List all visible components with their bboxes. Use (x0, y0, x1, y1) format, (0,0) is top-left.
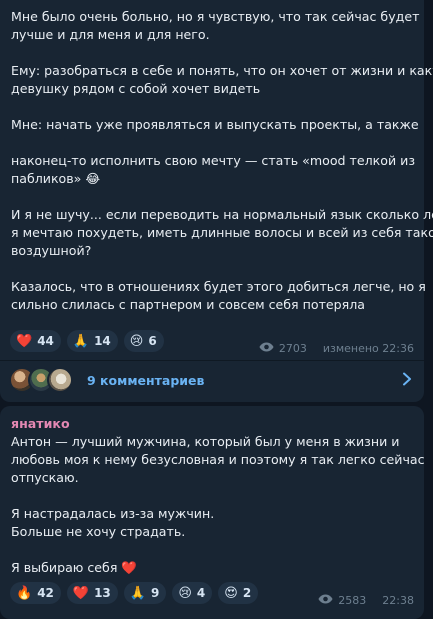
comment-reactions: 🔥 42 ❤️ 13 🙏 9 😢 4 😍 2 (10, 582, 259, 604)
pray-icon: 🙏 (129, 585, 146, 601)
reaction-fire[interactable]: 🔥 42 (10, 582, 61, 604)
comment-author[interactable]: янатико (11, 416, 70, 431)
post-time: изменено 22:36 (322, 342, 414, 355)
chevron-right-icon (402, 371, 412, 390)
text-line: Я настрадалась из-за мужчин. (11, 506, 215, 521)
reaction-cry[interactable]: 😢 6 (123, 330, 164, 352)
post-paragraph: Мне: начать уже проявляться и выпускать … (11, 116, 419, 134)
reaction-heart[interactable]: ❤️ 13 (66, 582, 118, 604)
pray-icon: 🙏 (72, 333, 90, 349)
comment-paragraph: Я выбираю себя ❤️ (11, 559, 418, 577)
reaction-heart-eyes[interactable]: 😍 2 (218, 582, 259, 604)
comments-label: 9 комментариев (87, 372, 205, 388)
cry-icon: 😢 (129, 333, 144, 349)
text-line: Мне: начать уже проявляться и выпускать … (11, 117, 419, 132)
comment-meta: 2583 22:38 (318, 594, 414, 607)
cry-icon: 😢 (178, 585, 192, 601)
reaction-cry[interactable]: 😢 4 (172, 582, 213, 604)
channel-post: Мне было очень больно, но я чувствую, чт… (0, 0, 433, 402)
comment-text: Антон — лучший мужчина, который был у ме… (11, 433, 425, 577)
comment-message: янатико Антон — лучший мужчина, который … (0, 406, 425, 619)
text-line: Антон — лучший мужчина, который был у ме… (11, 434, 400, 449)
view-count: 2703 (278, 342, 307, 355)
text-line: наконец-то исполнить свою мечту — стать … (11, 153, 416, 168)
text-line: пабликов» 😂 (11, 171, 101, 186)
post-text: Мне было очень больно, но я чувствую, чт… (11, 8, 433, 314)
comments-button[interactable]: 9 комментариев (0, 361, 424, 399)
reaction-count: 13 (94, 586, 111, 600)
reaction-count: 44 (37, 334, 54, 348)
text-line: Ему: разобраться в себе и понять, что он… (11, 63, 433, 78)
text-line: Я выбираю себя ❤️ (11, 560, 138, 575)
reaction-pray[interactable]: 🙏 14 (66, 330, 118, 352)
text-line: Казалось, что в отношениях будет этого д… (11, 279, 426, 294)
reaction-count: 14 (94, 334, 111, 348)
commenter-avatars (9, 367, 73, 393)
reaction-count: 2 (242, 586, 252, 600)
text-line: воздушной? (11, 243, 92, 258)
comment-paragraph: Я настрадалась из-за мужчин. Больше не х… (11, 505, 418, 541)
eye-icon (259, 342, 274, 355)
fire-icon: 🔥 (16, 585, 33, 601)
view-count: 2583 (338, 594, 367, 607)
text-line: я мечтаю похудеть, иметь длинные волосы … (11, 225, 433, 240)
post-reactions: ❤️ 44 🙏 14 😢 6 (10, 330, 164, 352)
post-paragraph: Казалось, что в отношениях будет этого д… (11, 278, 426, 314)
post-paragraph: И я не шучу... если переводить на нормал… (11, 206, 433, 260)
reaction-heart[interactable]: ❤️ 44 (10, 330, 61, 352)
eye-icon (318, 594, 333, 607)
text-line: сильно слилась с партнером и совсем себя… (11, 297, 365, 312)
avatar (47, 367, 73, 393)
text-line: Мне было очень больно, но я чувствую, чт… (11, 9, 420, 24)
heart-icon: ❤️ (16, 333, 33, 349)
post-meta: 2703 изменено 22:36 (259, 342, 414, 355)
text-line: любовь моя к нему безусловная и поэтому … (11, 452, 425, 467)
text-line: Больше не хочу страдать. (11, 524, 186, 539)
reaction-pray[interactable]: 🙏 9 (123, 582, 167, 604)
post-paragraph: наконец-то исполнить свою мечту — стать … (11, 152, 418, 188)
comment-time: 22:38 (382, 594, 414, 607)
text-line: отпускаю. (11, 470, 79, 485)
reaction-count: 4 (196, 586, 206, 600)
reaction-count: 6 (148, 334, 157, 348)
text-line: девушку рядом с собой хочет видеть (11, 81, 261, 96)
heart-eyes-icon: 😍 (224, 585, 238, 601)
post-paragraph: Ему: разобраться в себе и понять, что он… (11, 62, 433, 98)
heart-icon: ❤️ (72, 585, 90, 601)
text-line: лучше и для меня и для него. (11, 27, 210, 42)
reaction-count: 9 (150, 586, 160, 600)
text-line: И я не шучу... если переводить на нормал… (11, 207, 433, 222)
reaction-count: 42 (37, 586, 54, 600)
comment-paragraph: Антон — лучший мужчина, который был у ме… (11, 433, 425, 487)
post-paragraph: Мне было очень больно, но я чувствую, чт… (11, 8, 420, 44)
